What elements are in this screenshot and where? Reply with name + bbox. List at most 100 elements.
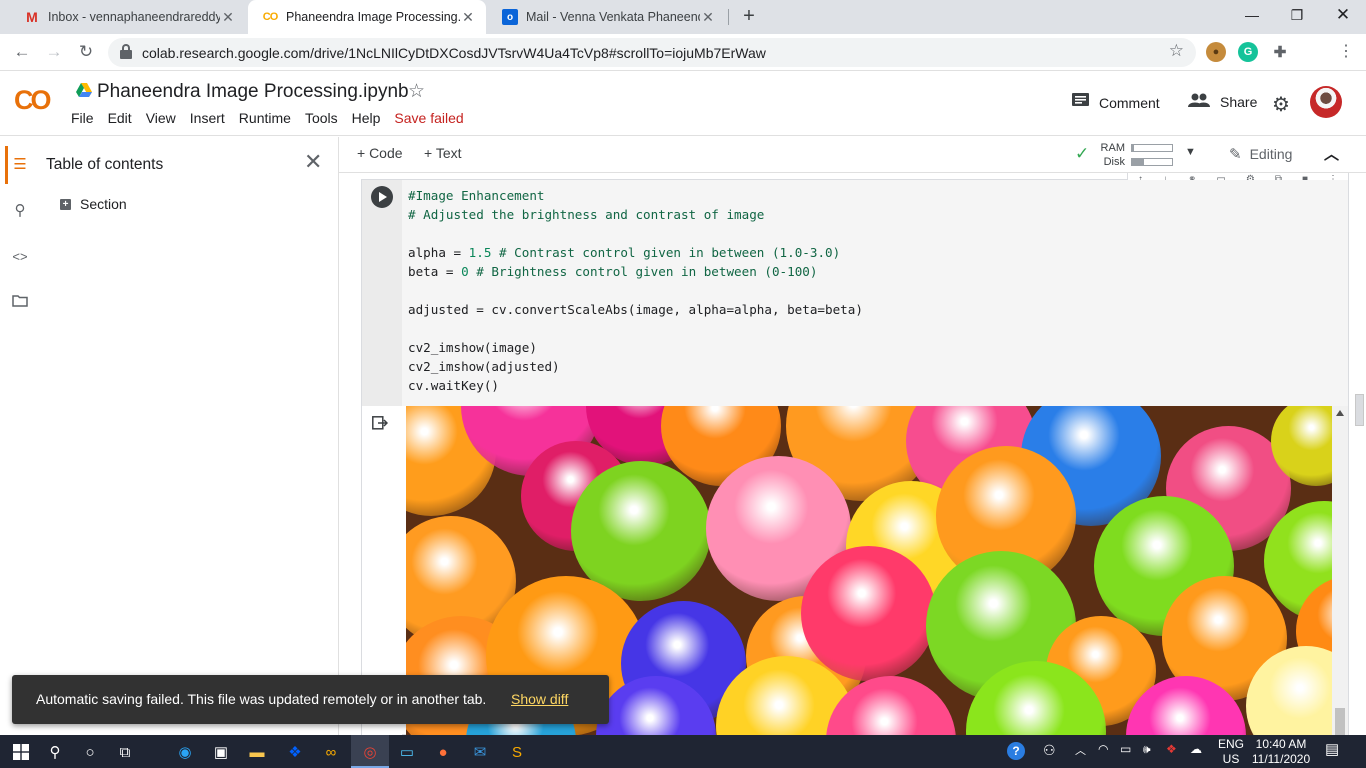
people-tray-icon[interactable]: ⚇	[1043, 742, 1056, 759]
file-explorer-icon[interactable]: ▬	[246, 741, 268, 763]
reload-button[interactable]: ↻	[74, 40, 98, 64]
menu-tools[interactable]: Tools	[305, 110, 338, 126]
files-folder-icon[interactable]	[8, 291, 32, 315]
tab-outlook[interactable]: o Mail - Venna Venkata Phaneendr ✕	[488, 0, 726, 34]
svg-text:?: ?	[1012, 744, 1019, 758]
outlook-icon: o	[502, 9, 518, 25]
back-button[interactable]: ←	[10, 40, 34, 64]
onedrive-icon[interactable]: ☁	[1190, 742, 1202, 756]
editing-mode-button[interactable]: ✎ Editing	[1229, 145, 1292, 163]
sublime-icon[interactable]: S	[506, 741, 528, 763]
bookmark-star-icon[interactable]: ☆	[1169, 41, 1184, 61]
volume-icon[interactable]: 🕪	[1143, 742, 1151, 757]
battery-icon[interactable]: ▭	[1120, 742, 1131, 756]
google-drive-icon[interactable]	[76, 83, 92, 97]
code-cell[interactable]: ↑ ↓ ⚭ ▭ ⚙ ⧉ ■ ⋮ #Image Enhancement# Adju…	[361, 173, 1349, 736]
minimize-button[interactable]: —	[1229, 0, 1275, 32]
code-line: cv2_imshow(image)	[408, 340, 537, 355]
show-hidden-icons-icon[interactable]: ︿	[1075, 742, 1086, 758]
forward-button[interactable]: →	[42, 40, 66, 64]
menu-file[interactable]: File	[71, 110, 94, 126]
user-avatar[interactable]	[1310, 86, 1342, 118]
search-icon[interactable]: ⚲	[8, 199, 32, 223]
save-status[interactable]: Save failed	[394, 110, 463, 126]
url-text: colab.research.google.com/drive/1NcLNIlC…	[142, 45, 766, 61]
close-icon[interactable]: ✕	[304, 149, 322, 175]
comment-button[interactable]: Comment	[1072, 93, 1160, 112]
menu-help[interactable]: Help	[352, 110, 381, 126]
comment-icon	[1072, 93, 1089, 112]
scroll-up-icon[interactable]	[1336, 410, 1344, 416]
firefox-icon[interactable]: ●	[432, 741, 454, 763]
edge-icon[interactable]: ◉	[174, 741, 196, 763]
store-icon[interactable]: ▣	[210, 741, 232, 763]
help-icon[interactable]: ?	[1006, 741, 1026, 764]
menu-edit[interactable]: Edit	[108, 110, 132, 126]
mail-icon[interactable]: ✉	[469, 741, 491, 763]
menu-runtime[interactable]: Runtime	[239, 110, 291, 126]
system-clock[interactable]: 10:40 AM 11/11/2020	[1250, 737, 1312, 767]
restore-button[interactable]: ❐	[1274, 0, 1320, 32]
dropbox-icon[interactable]: ❖	[284, 741, 306, 763]
star-icon[interactable]: ☆	[408, 80, 425, 103]
tab-gmail[interactable]: M Inbox - vennaphaneendrareddy@ ✕	[10, 0, 246, 34]
cortana-icon[interactable]: ○	[79, 741, 101, 763]
run-cell-button[interactable]	[371, 186, 393, 208]
chrome-menu-icon[interactable]: ⋮	[1334, 40, 1358, 64]
gmail-icon: M	[26, 9, 38, 25]
add-code-cell-button[interactable]: + Code	[357, 145, 403, 161]
code-editor[interactable]: #Image Enhancement # Adjusted the brightn…	[402, 180, 1348, 406]
language-code: ENG	[1218, 737, 1245, 751]
notifications-icon[interactable]: ▤	[1325, 740, 1339, 758]
code-line: #Image Enhancement	[408, 188, 545, 203]
tab-colab[interactable]: CO Phaneendra Image Processing.ip ✕	[248, 0, 486, 34]
notebook-title[interactable]: Phaneendra Image Processing.ipynb	[97, 81, 409, 103]
add-text-cell-button[interactable]: + Text	[424, 145, 462, 161]
expand-icon[interactable]: +	[60, 198, 71, 210]
browser-tab-strip: M Inbox - vennaphaneendrareddy@ ✕ CO Pha…	[0, 0, 1366, 34]
page-scroll-thumb[interactable]	[1355, 394, 1364, 426]
output-scrollbar[interactable]	[1332, 406, 1348, 736]
screen: M Inbox - vennaphaneendrareddy@ ✕ CO Pha…	[0, 0, 1366, 768]
colab-taskbar-icon[interactable]: ∞	[320, 741, 342, 763]
menu-view[interactable]: View	[146, 110, 176, 126]
clock-time: 10:40 AM	[1255, 737, 1307, 751]
scroll-thumb[interactable]	[1335, 708, 1345, 736]
collapse-header-icon[interactable]: ︿	[1324, 143, 1339, 164]
chrome-icon[interactable]: ◎	[359, 741, 381, 763]
ram-label: RAM	[1100, 142, 1125, 154]
windows-taskbar: ⚲ ○ ⧉ ◉ ▣ ▬ ❖ ∞ ◎ ▭ ● ✉ S ? ⚇ ︿ ◠ ▭ 🕪 ❖ …	[0, 735, 1366, 768]
share-button[interactable]: Share	[1188, 93, 1257, 110]
close-icon[interactable]: ✕	[220, 9, 236, 26]
wifi-icon[interactable]: ◠	[1098, 742, 1108, 756]
clock-date: 11/11/2020	[1251, 752, 1311, 766]
task-view-icon[interactable]: ⧉	[114, 741, 136, 763]
colab-logo[interactable]: CO	[14, 85, 51, 116]
resource-monitor[interactable]: RAM Disk	[1097, 141, 1173, 169]
clear-output-icon[interactable]	[372, 416, 389, 434]
table-of-contents-icon[interactable]: ☰	[8, 153, 32, 177]
toc-item-section[interactable]: + Section	[60, 196, 127, 212]
resource-dropdown-icon[interactable]: ▼	[1185, 146, 1196, 158]
code-snippets-icon[interactable]: <>	[8, 245, 32, 269]
settings-gear-icon[interactable]: ⚙	[1272, 92, 1290, 117]
windows-start-icon[interactable]	[10, 741, 32, 763]
address-bar[interactable]: colab.research.google.com/drive/1NcLNIlC…	[108, 38, 1196, 67]
monitor-icon[interactable]: ▭	[396, 741, 418, 763]
language-indicator[interactable]: ENG US	[1218, 737, 1244, 767]
close-icon[interactable]: ✕	[460, 9, 476, 26]
new-tab-button[interactable]: +	[738, 5, 760, 27]
window-close-button[interactable]: ✕	[1320, 0, 1366, 32]
dropbox-tray-icon[interactable]: ❖	[1166, 742, 1177, 756]
save-failed-snackbar: Automatic saving failed. This file was u…	[12, 675, 609, 724]
menu-insert[interactable]: Insert	[190, 110, 225, 126]
show-diff-link[interactable]: Show diff	[511, 691, 568, 707]
search-icon[interactable]: ⚲	[44, 741, 66, 763]
extensions-puzzle-icon[interactable]: ✚	[1270, 42, 1290, 62]
cookie-extension-icon[interactable]: ●	[1206, 42, 1226, 62]
close-icon[interactable]: ✕	[700, 9, 716, 26]
comment-label: Comment	[1099, 94, 1160, 111]
grammarly-extension-icon[interactable]: G	[1238, 42, 1258, 62]
page-scrollbar[interactable]	[1352, 392, 1366, 735]
